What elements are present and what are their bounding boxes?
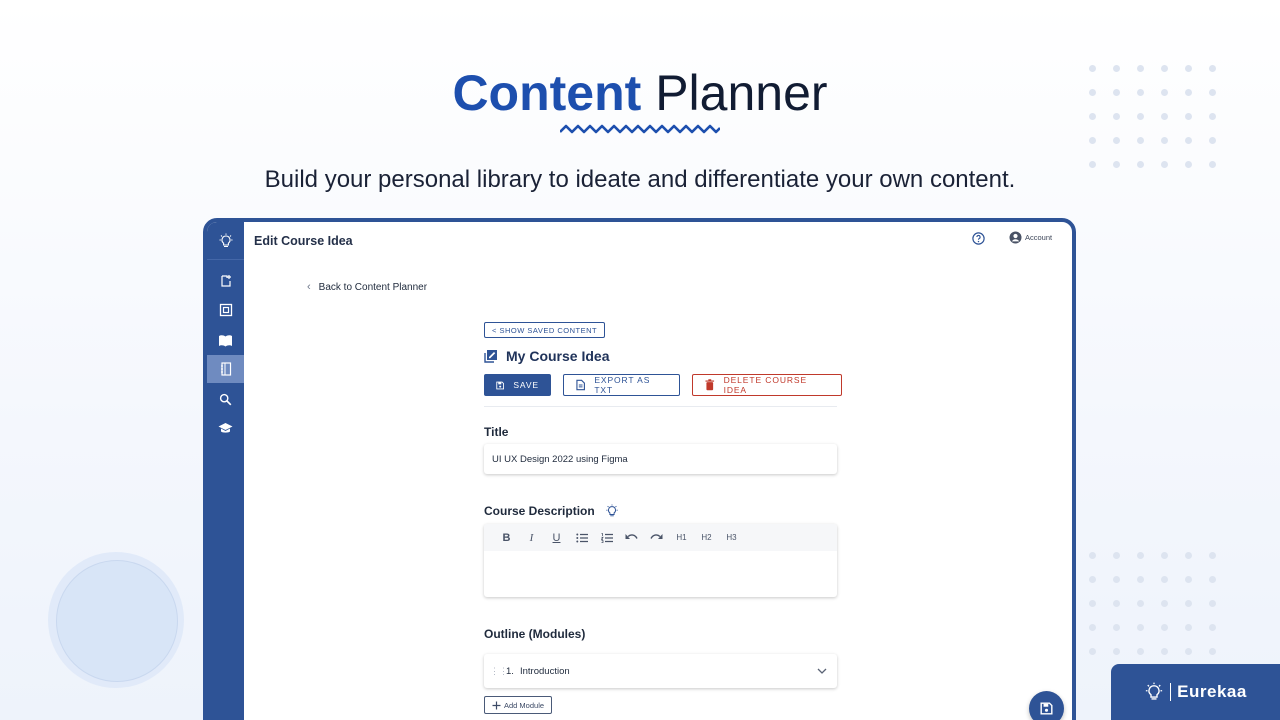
description-editor: B I U H1 H2 H3	[484, 524, 837, 597]
module-item[interactable]: ⋮⋮ 1. Introduction	[484, 654, 837, 688]
search-icon[interactable]	[207, 385, 244, 413]
title-input[interactable]: UI UX Design 2022 using Figma	[484, 444, 837, 474]
action-bar: SAVE EXPORT AS TXT DELETE COURSE IDEA	[484, 374, 842, 396]
add-module-label: Add Module	[504, 700, 545, 710]
bulb-icon[interactable]	[207, 222, 244, 260]
brand-separator	[1170, 683, 1172, 701]
new-document-icon[interactable]	[207, 267, 244, 295]
save-button[interactable]: SAVE	[484, 374, 551, 396]
brand-badge: Eurekaa	[1111, 664, 1280, 720]
save-icon	[496, 381, 505, 389]
course-description-label: Course Description	[484, 504, 595, 518]
sidebar	[207, 222, 244, 720]
module-number: 1.	[506, 665, 514, 677]
back-link[interactable]: ‹ Back to Content Planner	[307, 281, 427, 293]
account-label: Account	[1025, 233, 1053, 242]
editor-toolbar: B I U H1 H2 H3	[484, 524, 837, 551]
heading2-button[interactable]: H2	[694, 528, 719, 548]
title-label: Title	[484, 425, 509, 439]
drag-handle-icon[interactable]: ⋮⋮	[490, 666, 508, 677]
numbered-list-icon[interactable]	[594, 528, 619, 548]
heading3-button[interactable]: H3	[719, 528, 744, 548]
graduation-cap-icon[interactable]	[207, 414, 244, 442]
file-text-icon	[576, 379, 585, 391]
app-window: Edit Course Idea Account ‹ Back to Conte…	[203, 218, 1076, 720]
chevron-down-icon[interactable]	[817, 666, 827, 677]
course-heading-text: My Course Idea	[506, 348, 610, 364]
delete-course-idea-button[interactable]: DELETE COURSE IDEA	[692, 374, 842, 396]
bulb-icon[interactable]	[605, 504, 619, 518]
trash-icon	[705, 379, 715, 391]
floating-save-button[interactable]	[1029, 691, 1064, 720]
save-icon	[1040, 702, 1053, 715]
delete-label: DELETE COURSE IDEA	[723, 375, 808, 395]
account-menu[interactable]: Account	[1009, 231, 1052, 244]
notebook-icon[interactable]	[207, 355, 244, 383]
bulb-icon	[1146, 682, 1163, 700]
book-open-icon[interactable]	[207, 326, 244, 354]
italic-button[interactable]: I	[519, 528, 544, 548]
decorative-dot-grid	[1089, 552, 1233, 672]
hero-subtitle: Build your personal library to ideate an…	[264, 166, 1016, 193]
back-link-label: Back to Content Planner	[318, 281, 428, 293]
course-heading: My Course Idea	[484, 348, 609, 364]
decorative-circle	[56, 560, 178, 682]
course-description-label-row: Course Description	[484, 504, 619, 518]
save-label: SAVE	[513, 380, 539, 390]
wave-underline	[560, 124, 720, 134]
divider	[484, 406, 837, 407]
account-icon	[1009, 231, 1022, 244]
show-saved-content-button[interactable]: < SHOW SAVED CONTENT	[484, 322, 606, 338]
bold-button[interactable]: B	[494, 528, 519, 548]
chevron-left-icon: ‹	[307, 281, 311, 293]
add-module-button[interactable]: Add Module	[484, 696, 553, 714]
underline-button[interactable]: U	[544, 528, 569, 548]
description-editor-area[interactable]	[484, 551, 837, 597]
hero-title-strong: Content	[452, 65, 642, 121]
module-name: Introduction	[520, 665, 570, 677]
heading1-button[interactable]: H1	[669, 528, 694, 548]
hero-title: Content Planner	[0, 64, 1280, 122]
plus-icon	[492, 701, 501, 709]
edit-note-icon	[484, 350, 497, 363]
export-txt-button[interactable]: EXPORT AS TXT	[563, 374, 680, 396]
brand-name: Eurekaa	[1177, 682, 1247, 701]
outline-label: Outline (Modules)	[484, 627, 586, 641]
redo-icon[interactable]	[644, 528, 669, 548]
scan-icon[interactable]	[207, 296, 244, 324]
undo-icon[interactable]	[619, 528, 644, 548]
bullet-list-icon[interactable]	[569, 528, 594, 548]
page-title: Edit Course Idea	[254, 234, 353, 248]
help-icon[interactable]	[972, 232, 985, 250]
export-label: EXPORT AS TXT	[594, 375, 651, 395]
hero-title-light: Planner	[655, 65, 828, 121]
